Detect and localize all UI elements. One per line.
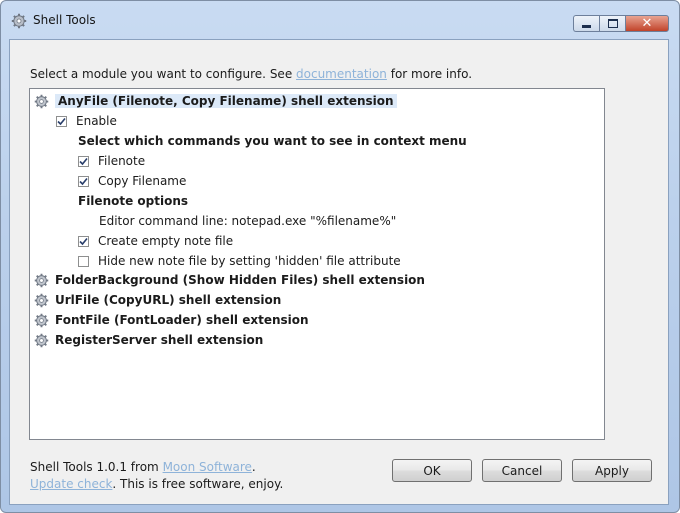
- hide-new-checkbox[interactable]: [78, 255, 89, 267]
- close-button[interactable]: ✕: [625, 15, 669, 32]
- apply-button[interactable]: Apply: [572, 459, 652, 482]
- module-folderbackground[interactable]: FolderBackground (Show Hidden Files) she…: [34, 271, 425, 289]
- instruction-after: for more info.: [386, 67, 473, 81]
- gear-icon: [11, 13, 27, 29]
- create-empty-checkbox[interactable]: [78, 235, 89, 247]
- module-registerserver[interactable]: RegisterServer shell extension: [34, 331, 263, 349]
- module-label: AnyFile (Filenote, Copy Filename) shell …: [55, 94, 397, 108]
- create-empty-option[interactable]: Create empty note file: [78, 232, 233, 250]
- module-urlfile[interactable]: UrlFile (CopyURL) shell extension: [34, 291, 281, 309]
- enable-checkbox[interactable]: [56, 115, 67, 127]
- documentation-link[interactable]: documentation: [296, 67, 387, 81]
- enable-option[interactable]: Enable: [56, 112, 117, 130]
- checkmark-icon: [57, 117, 66, 125]
- shell-tools-window: Shell Tools ✕ Select a module you want t…: [0, 0, 680, 513]
- window-title: Shell Tools: [33, 13, 96, 27]
- ok-button[interactable]: OK: [392, 459, 472, 482]
- enable-label: Enable: [76, 114, 117, 128]
- hide-new-option[interactable]: Hide new note file by setting 'hidden' f…: [78, 252, 401, 270]
- window-controls: ✕: [573, 15, 669, 32]
- maximize-button[interactable]: [599, 15, 625, 32]
- module-label: FontFile (FontLoader) shell extension: [55, 313, 309, 327]
- cancel-button[interactable]: Cancel: [482, 459, 562, 482]
- gear-icon: [34, 313, 49, 327]
- create-empty-label: Create empty note file: [98, 234, 234, 248]
- checkmark-icon: [79, 157, 88, 165]
- filenote-option[interactable]: Filenote: [78, 152, 145, 170]
- module-label: UrlFile (CopyURL) shell extension: [55, 293, 282, 307]
- gear-icon: [34, 94, 49, 108]
- checkmark-icon: [79, 177, 88, 185]
- vendor-link[interactable]: Moon Software: [163, 460, 252, 474]
- instruction-before: Select a module you want to configure. S…: [30, 67, 297, 81]
- editor-command-line[interactable]: Editor command line: notepad.exe "%filen…: [99, 212, 396, 230]
- instruction-text: Select a module you want to configure. S…: [30, 67, 472, 81]
- filenote-label: Filenote: [98, 154, 146, 168]
- title-bar[interactable]: Shell Tools ✕: [1, 1, 679, 37]
- minimize-icon: [582, 25, 591, 28]
- commands-heading: Select which commands you want to see in…: [78, 134, 467, 148]
- filenote-options-heading: Filenote options: [78, 194, 189, 208]
- close-icon: ✕: [641, 16, 653, 31]
- checkmark-icon: [79, 237, 88, 245]
- copy-filename-checkbox[interactable]: [78, 175, 89, 187]
- version-end: .: [251, 460, 256, 474]
- module-fontfile[interactable]: FontFile (FontLoader) shell extension: [34, 311, 309, 329]
- module-tree[interactable]: AnyFile (Filenote, Copy Filename) shell …: [29, 88, 605, 440]
- copy-filename-option[interactable]: Copy Filename: [78, 172, 186, 190]
- gear-icon: [34, 273, 49, 287]
- gear-icon: [34, 333, 49, 347]
- version-text: Shell Tools 1.0.1 from: [30, 460, 163, 474]
- module-label: FolderBackground (Show Hidden Files) she…: [55, 273, 425, 287]
- update-line: Update check. This is free software, enj…: [30, 477, 283, 491]
- gear-icon: [34, 293, 49, 307]
- update-check-link[interactable]: Update check: [30, 477, 112, 491]
- maximize-icon: [607, 19, 618, 28]
- module-anyfile[interactable]: AnyFile (Filenote, Copy Filename) shell …: [34, 92, 397, 110]
- version-line: Shell Tools 1.0.1 from Moon Software.: [30, 460, 256, 474]
- update-text: . This is free software, enjoy.: [112, 477, 284, 491]
- dialog-body: Select a module you want to configure. S…: [9, 39, 669, 505]
- hide-new-label: Hide new note file by setting 'hidden' f…: [98, 254, 401, 268]
- filenote-checkbox[interactable]: [78, 155, 89, 167]
- copy-filename-label: Copy Filename: [98, 174, 187, 188]
- module-label: RegisterServer shell extension: [55, 333, 264, 347]
- minimize-button[interactable]: [573, 15, 599, 32]
